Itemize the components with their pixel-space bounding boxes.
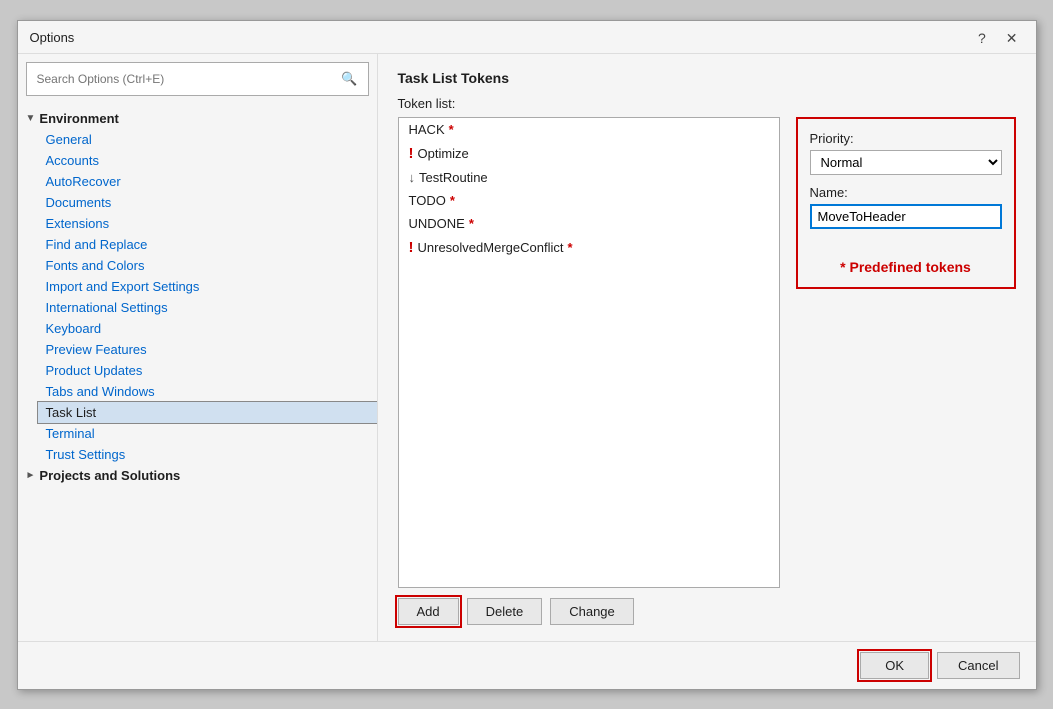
- priority-section: Priority: Normal High Low: [810, 131, 1002, 175]
- dialog-body: 🔍 ▼ Environment General Accounts AutoRec…: [18, 54, 1036, 641]
- sidebar-item-import-export[interactable]: Import and Export Settings: [38, 276, 377, 297]
- tree-view: ▼ Environment General Accounts AutoRecov…: [18, 104, 377, 641]
- predefined-note: * Predefined tokens: [810, 259, 1002, 275]
- dialog-footer: OK Cancel: [18, 641, 1036, 689]
- title-bar-controls: ? ✕: [972, 29, 1024, 47]
- sidebar-item-preview[interactable]: Preview Features: [38, 339, 377, 360]
- sidebar-item-international[interactable]: International Settings: [38, 297, 377, 318]
- projects-group-header[interactable]: ► Projects and Solutions: [18, 465, 377, 486]
- token-item-todo[interactable]: TODO *: [399, 189, 779, 212]
- sidebar-item-extensions[interactable]: Extensions: [38, 213, 377, 234]
- token-item-unresolved[interactable]: ! UnresolvedMergeConflict *: [399, 235, 779, 260]
- sidebar-item-autorecover[interactable]: AutoRecover: [38, 171, 377, 192]
- search-input[interactable]: [37, 72, 342, 86]
- expand-triangle: ►: [26, 470, 36, 481]
- sidebar-item-terminal[interactable]: Terminal: [38, 423, 377, 444]
- right-panel: Task List Tokens Token list: HACK * ! Op…: [378, 54, 1036, 641]
- sidebar-item-keyboard[interactable]: Keyboard: [38, 318, 377, 339]
- sidebar-item-fonts-colors[interactable]: Fonts and Colors: [38, 255, 377, 276]
- environment-label: Environment: [39, 111, 118, 126]
- options-dialog: Options ? ✕ 🔍 ▼ Environment General Acco…: [17, 20, 1037, 690]
- sidebar-item-general[interactable]: General: [38, 129, 377, 150]
- sidebar-item-documents[interactable]: Documents: [38, 192, 377, 213]
- sidebar-item-accounts[interactable]: Accounts: [38, 150, 377, 171]
- collapse-triangle: ▼: [26, 113, 36, 124]
- close-button[interactable]: ✕: [1000, 29, 1024, 47]
- content-area: HACK * ! Optimize ↓ TestRoutine TOD: [398, 117, 1016, 625]
- priority-select[interactable]: Normal High Low: [810, 150, 1002, 175]
- left-panel: 🔍 ▼ Environment General Accounts AutoRec…: [18, 54, 378, 641]
- help-button[interactable]: ?: [972, 29, 992, 47]
- token-item-undone[interactable]: UNDONE *: [399, 212, 779, 235]
- sidebar-item-find-replace[interactable]: Find and Replace: [38, 234, 377, 255]
- name-label: Name:: [810, 185, 1002, 200]
- delete-button[interactable]: Delete: [467, 598, 543, 625]
- projects-label: Projects and Solutions: [39, 468, 180, 483]
- name-section: Name:: [810, 185, 1002, 229]
- priority-label: Priority:: [810, 131, 1002, 146]
- token-item-optimize[interactable]: ! Optimize: [399, 141, 779, 166]
- priority-panel: Priority: Normal High Low Name: * Predef…: [796, 117, 1016, 289]
- sidebar-item-trust-settings[interactable]: Trust Settings: [38, 444, 377, 465]
- sidebar-item-task-list[interactable]: Task List: [38, 402, 377, 423]
- environment-group-header[interactable]: ▼ Environment: [18, 108, 377, 129]
- name-input[interactable]: [810, 204, 1002, 229]
- ok-button[interactable]: OK: [860, 652, 929, 679]
- sidebar-item-tabs-windows[interactable]: Tabs and Windows: [38, 381, 377, 402]
- token-item-hack[interactable]: HACK *: [399, 118, 779, 141]
- token-list-container: HACK * ! Optimize ↓ TestRoutine TOD: [398, 117, 780, 625]
- add-button[interactable]: Add: [398, 598, 459, 625]
- section-title: Task List Tokens: [398, 70, 1016, 86]
- search-icon: 🔍: [341, 71, 357, 87]
- token-list-label: Token list:: [398, 96, 1016, 111]
- token-item-testroutine[interactable]: ↓ TestRoutine: [399, 166, 779, 189]
- search-box[interactable]: 🔍: [26, 62, 369, 96]
- sidebar-item-product-updates[interactable]: Product Updates: [38, 360, 377, 381]
- cancel-button[interactable]: Cancel: [937, 652, 1019, 679]
- change-button[interactable]: Change: [550, 598, 634, 625]
- token-list[interactable]: HACK * ! Optimize ↓ TestRoutine TOD: [398, 117, 780, 588]
- action-buttons: Add Delete Change: [398, 598, 780, 625]
- environment-children: General Accounts AutoRecover Documents E…: [18, 129, 377, 465]
- dialog-title: Options: [30, 30, 75, 45]
- title-bar: Options ? ✕: [18, 21, 1036, 54]
